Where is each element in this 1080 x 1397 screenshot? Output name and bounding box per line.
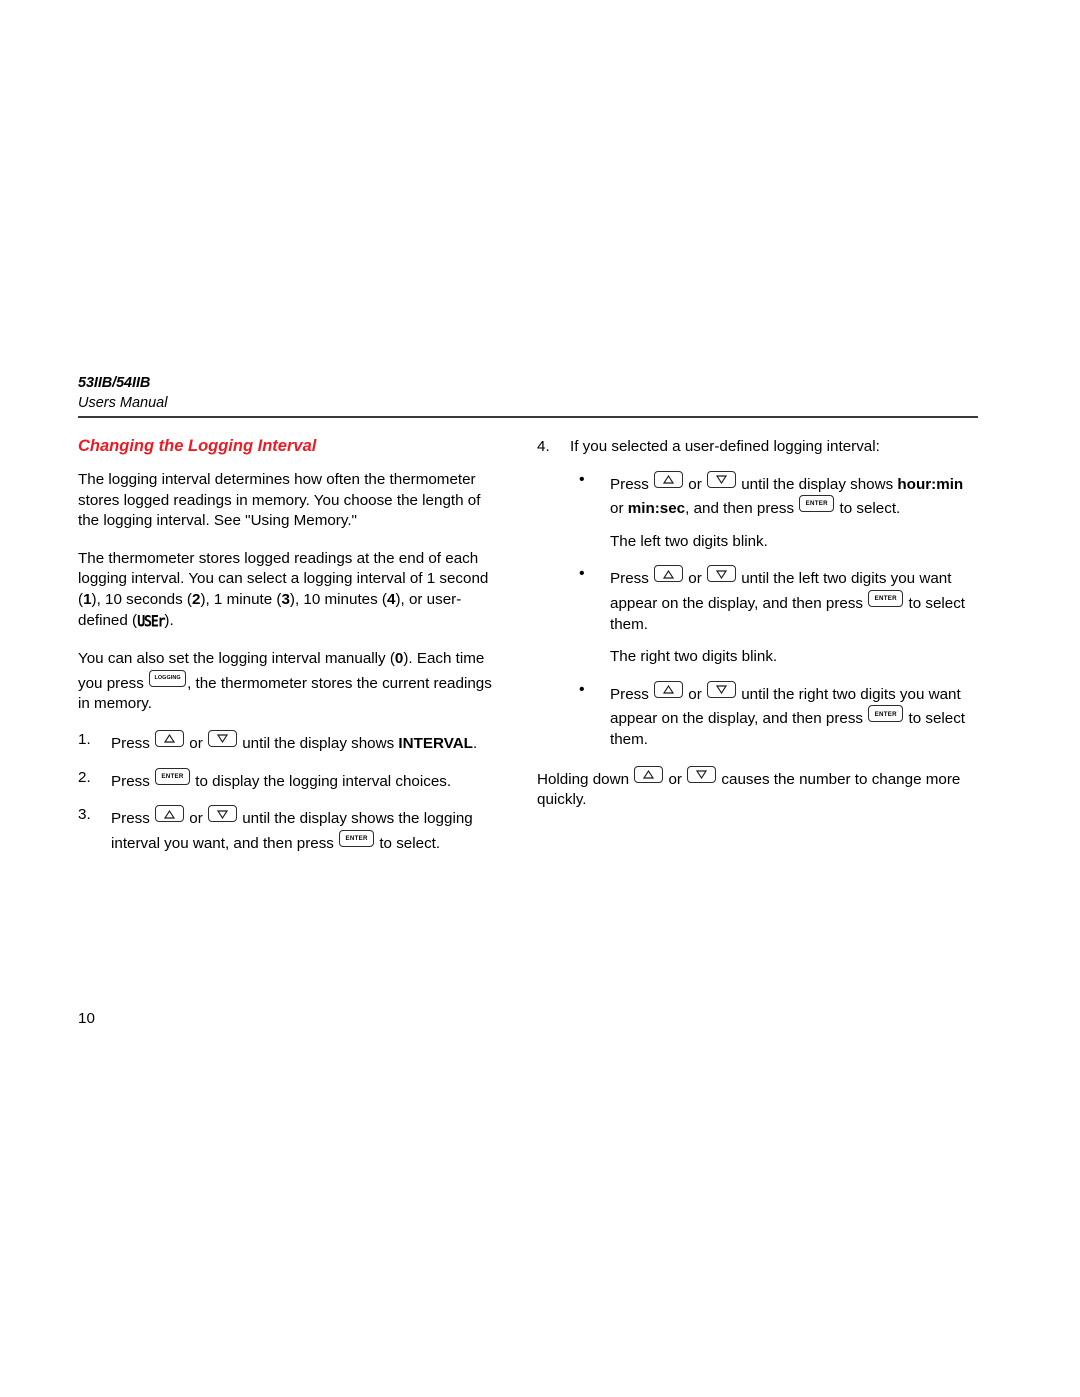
text-fragment: Holding down [537, 770, 634, 788]
text-fragment: or [684, 685, 706, 703]
running-header: 53IIB/54IIB Users Manual [78, 374, 978, 413]
interval-option-3: 3 [281, 590, 290, 608]
enter-key-icon: ENTER [868, 705, 904, 723]
header-model-number: 53IIB/54IIB [78, 375, 151, 391]
enter-key-icon: ENTER [339, 829, 375, 847]
display-label-minsec: min:sec [627, 500, 686, 518]
step-item-1: 1. Press or until the display shows INTER… [78, 729, 498, 755]
manual-page: 53IIB/54IIB Users Manual Changing the Lo… [0, 0, 1080, 1397]
text-fragment: until the display shows [737, 475, 898, 493]
bullet-marker: • [579, 470, 585, 488]
page-number: 10 [78, 1010, 95, 1027]
text-fragment: Press [610, 475, 654, 493]
paragraph-manual-logging: You can also set the logging interval ma… [78, 649, 498, 715]
enter-key-icon: ENTER [799, 495, 835, 513]
text-fragment: or [684, 475, 706, 493]
logging-key-icon: LOGGING [149, 669, 187, 687]
step-item-3: 3. Press or until the display shows the l… [78, 805, 498, 854]
lcd-display-user-text: USEr [137, 612, 166, 631]
up-arrow-key-icon [155, 729, 185, 747]
text-fragment: Press [111, 810, 155, 828]
down-arrow-key-icon [707, 680, 736, 698]
right-column: 4. If you selected a user-defined logging… [537, 436, 978, 828]
text-fragment: , and then press [685, 500, 799, 518]
display-label-hourmin: hour:min [897, 475, 964, 493]
text-fragment: You can also set the logging interval ma… [78, 650, 395, 668]
text-fragment: until the display shows [238, 734, 399, 752]
enter-key-icon: ENTER [868, 589, 904, 607]
text-fragment: or [610, 500, 628, 518]
step-item-2: 2. Press ENTER to display the logging int… [78, 767, 498, 793]
paragraph-interval-choices: The thermometer stores logged readings a… [78, 549, 498, 632]
text-fragment: Press [111, 734, 155, 752]
text-fragment: to select. [375, 834, 441, 852]
bullet-item-right-digits: • Press or until the right two digits you… [537, 680, 978, 751]
text-fragment: ), 10 seconds ( [91, 590, 192, 608]
down-arrow-key-icon [687, 765, 717, 783]
up-arrow-key-icon [155, 805, 185, 823]
down-arrow-key-icon [707, 470, 736, 488]
text-fragment: to display the logging interval choices. [191, 772, 452, 790]
step-number: 4. [537, 438, 550, 455]
text-fragment: ), 10 minutes ( [289, 590, 387, 608]
step-text: If you selected a user-defined logging i… [570, 438, 880, 455]
up-arrow-key-icon [654, 565, 684, 583]
header-manual-title: Users Manual [78, 395, 168, 411]
display-label-interval: INTERVAL [398, 734, 473, 752]
text-fragment: Press [610, 685, 654, 703]
up-arrow-key-icon [654, 680, 684, 698]
left-column: Changing the Logging Interval The loggin… [78, 436, 498, 867]
step-number: 1. [78, 730, 91, 748]
text-fragment: or [684, 570, 706, 588]
enter-key-icon: ENTER [155, 767, 191, 785]
text-fragment: ), 1 minute ( [200, 590, 282, 608]
bullet-marker: • [579, 565, 585, 583]
note-right-digits-blink: The right two digits blink. [610, 648, 778, 666]
bullet-item-left-digits: • Press or until the left two digits you … [537, 565, 978, 635]
paragraph-logging-interval-intro: The logging interval determines how ofte… [78, 471, 481, 530]
text-fragment: Press [610, 570, 654, 588]
up-arrow-key-icon [634, 765, 664, 783]
note-left-digits-blink: The left two digits blink. [610, 532, 768, 550]
text-fragment: or [185, 734, 207, 752]
text-fragment: . [472, 734, 478, 752]
section-heading: Changing the Logging Interval [78, 437, 317, 455]
text-fragment: or [185, 810, 207, 828]
text-fragment: Press [111, 772, 155, 790]
paragraph-holding-down-note: Holding down or causes the number to cha… [537, 765, 978, 811]
text-fragment: or [664, 770, 687, 788]
header-divider-rule [78, 416, 978, 418]
step-item-4: 4. If you selected a user-defined logging… [537, 437, 978, 458]
down-arrow-key-icon [707, 565, 736, 583]
down-arrow-key-icon [208, 805, 237, 823]
down-arrow-key-icon [208, 729, 237, 747]
step-number: 2. [78, 768, 91, 786]
up-arrow-key-icon [654, 470, 684, 488]
step-number: 3. [78, 806, 91, 824]
bullet-marker: • [579, 680, 585, 698]
bullet-item-hourmin-minsec: • Press or until the display shows hour:m… [537, 470, 978, 520]
interval-option-1: 1 [83, 590, 92, 608]
text-fragment: ). [164, 611, 174, 629]
text-fragment: to select. [835, 500, 901, 518]
